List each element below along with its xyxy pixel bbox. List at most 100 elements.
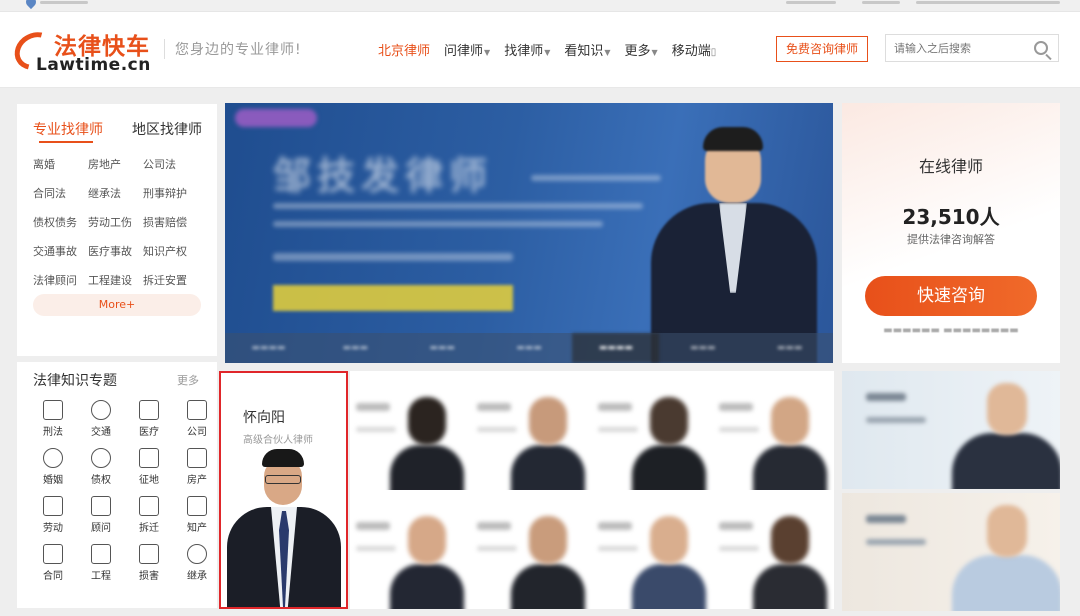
banner-tab[interactable]: ▬▬▬ bbox=[486, 333, 573, 363]
find-lawyer-panel: 专业找律师 地区找律师 离婚 房地产 公司法 合同法 继承法 刑事辩护 债权债务… bbox=[17, 104, 217, 356]
topic-traffic[interactable]: 交通 bbox=[77, 400, 125, 438]
category-link[interactable]: 法律顾问 bbox=[33, 272, 88, 288]
category-link[interactable]: 劳动工伤 bbox=[88, 214, 143, 230]
topic-label: 拆迁 bbox=[139, 523, 159, 534]
topic-property[interactable]: 房产 bbox=[173, 448, 221, 486]
house-icon bbox=[187, 448, 207, 468]
category-link[interactable]: 债权债务 bbox=[33, 214, 88, 230]
book-open-icon bbox=[187, 496, 207, 516]
category-link[interactable]: 损害赔偿 bbox=[143, 214, 198, 230]
banner-tab[interactable]: ▬▬▬▬ bbox=[225, 333, 312, 363]
search-box bbox=[885, 34, 1059, 62]
nav-ask-lawyer[interactable]: 问律师▼ bbox=[444, 40, 490, 59]
nav-beijing-lawyer[interactable]: 北京律师 bbox=[378, 40, 430, 59]
topic-label: 知产 bbox=[187, 523, 207, 534]
topic-marriage[interactable]: 婚姻 bbox=[29, 448, 77, 486]
blurred-body bbox=[952, 555, 1060, 611]
blurred-title bbox=[719, 546, 759, 551]
category-link[interactable]: 公司法 bbox=[143, 156, 198, 172]
category-link[interactable]: 合同法 bbox=[33, 185, 88, 201]
banner-tab[interactable]: ▬▬▬ bbox=[746, 333, 833, 363]
quick-consult-button[interactable]: 快速咨询 bbox=[865, 276, 1037, 316]
location-pin-icon bbox=[23, 0, 39, 10]
topic-advisor[interactable]: 顾问 bbox=[77, 496, 125, 534]
blurred-link[interactable] bbox=[862, 1, 900, 4]
tab-specialty[interactable]: 专业找律师 bbox=[33, 119, 103, 143]
category-link[interactable]: 继承法 bbox=[88, 185, 143, 201]
nav-knowledge[interactable]: 看知识▼ bbox=[564, 40, 610, 59]
topic-engineering[interactable]: 工程 bbox=[77, 544, 125, 582]
topic-labor[interactable]: 劳动 bbox=[29, 496, 77, 534]
nav-find-lawyer[interactable]: 找律师▼ bbox=[504, 40, 550, 59]
topic-criminal[interactable]: 刑法 bbox=[29, 400, 77, 438]
banner-tab[interactable]: ▬▬▬ bbox=[659, 333, 746, 363]
topic-contract[interactable]: 合同 bbox=[29, 544, 77, 582]
blurred-name bbox=[356, 522, 390, 530]
caret-down-icon: ▼ bbox=[484, 48, 491, 57]
category-link[interactable]: 拆迁安置 bbox=[143, 272, 198, 288]
lawyer-card-blurred[interactable] bbox=[592, 490, 713, 609]
banner-tab[interactable]: ▬▬▬ bbox=[312, 333, 399, 363]
blurred-head bbox=[650, 397, 688, 445]
topic-demolition[interactable]: 拆迁 bbox=[125, 496, 173, 534]
blurred-title bbox=[598, 546, 638, 551]
tab-region[interactable]: 地区找律师 bbox=[132, 119, 202, 139]
nav-more[interactable]: 更多▼ bbox=[625, 40, 658, 59]
heart-icon bbox=[43, 448, 63, 468]
side-lawyer-card-blurred[interactable] bbox=[842, 371, 1060, 489]
category-link[interactable]: 知识产权 bbox=[143, 243, 198, 259]
search-icon[interactable] bbox=[1034, 41, 1048, 55]
document-icon bbox=[91, 496, 111, 516]
topic-damage[interactable]: 损害 bbox=[125, 544, 173, 582]
blurred-name bbox=[866, 393, 906, 401]
lawyer-card-blurred[interactable] bbox=[471, 490, 592, 609]
more-categories-button[interactable]: More+ bbox=[33, 294, 201, 316]
lawyer-hair bbox=[703, 127, 763, 151]
lawyer-card-blurred[interactable] bbox=[350, 371, 471, 490]
lawyer-card-blurred[interactable] bbox=[350, 490, 471, 609]
topic-label: 劳动 bbox=[43, 523, 63, 534]
category-link[interactable]: 医疗事故 bbox=[88, 243, 143, 259]
category-link[interactable]: 刑事辩护 bbox=[143, 185, 198, 201]
category-link[interactable]: 交通事故 bbox=[33, 243, 88, 259]
nav-mobile[interactable]: 移动端▯ bbox=[672, 40, 717, 59]
lawyer-card-blurred[interactable] bbox=[471, 371, 592, 490]
category-link[interactable]: 离婚 bbox=[33, 156, 88, 172]
blurred-phone bbox=[866, 417, 926, 423]
top-utility-bar bbox=[0, 0, 1080, 12]
topics-more-link[interactable]: 更多 bbox=[177, 372, 199, 388]
topic-debt[interactable]: 债权 bbox=[77, 448, 125, 486]
search-input[interactable] bbox=[886, 35, 1026, 61]
banner-tab-active[interactable]: ▬▬▬▬ bbox=[572, 333, 660, 363]
topic-ip[interactable]: 知产 bbox=[173, 496, 221, 534]
topic-company[interactable]: 公司 bbox=[173, 400, 221, 438]
blurred-name bbox=[719, 403, 753, 411]
topic-land[interactable]: 征地 bbox=[125, 448, 173, 486]
lawyer-card-blurred[interactable] bbox=[592, 371, 713, 490]
blurred-body bbox=[632, 564, 706, 609]
banner-tab[interactable]: ▬▬▬ bbox=[399, 333, 486, 363]
online-subtitle: 提供法律咨询解答 bbox=[907, 233, 995, 246]
blurred-title bbox=[477, 427, 517, 432]
blurred-link[interactable] bbox=[786, 1, 836, 4]
promo-banner[interactable]: 邹技发律师 ▬▬▬▬ ▬▬▬ ▬▬▬ ▬▬▬ ▬▬▬▬ ▬▬▬ ▬▬▬ bbox=[225, 103, 833, 363]
blurred-title bbox=[719, 427, 759, 432]
topic-label: 合同 bbox=[43, 571, 63, 582]
lawyer-card-blurred[interactable] bbox=[713, 371, 834, 490]
featured-lawyer-card[interactable]: 怀向阳 高级合伙人律师 bbox=[219, 371, 348, 609]
topic-medical[interactable]: 医疗 bbox=[125, 400, 173, 438]
lawyer-card-blurred[interactable] bbox=[713, 490, 834, 609]
banner-title: 邹技发律师 bbox=[273, 154, 494, 198]
site-logo[interactable]: 法律快车 Lawtime.cn bbox=[7, 24, 159, 78]
topic-inheritance[interactable]: 继承 bbox=[173, 544, 221, 582]
blurred-name bbox=[477, 522, 511, 530]
phone-icon: ▯ bbox=[710, 47, 717, 58]
category-link[interactable]: 房地产 bbox=[88, 156, 143, 172]
category-link[interactable]: 工程建设 bbox=[88, 272, 143, 288]
contract-icon bbox=[43, 544, 63, 564]
side-lawyer-card-blurred[interactable] bbox=[842, 493, 1060, 611]
banner-lawyer-photo bbox=[643, 125, 823, 363]
blurred-location-text bbox=[40, 1, 88, 4]
free-consult-button[interactable]: 免费咨询律师 bbox=[776, 36, 868, 62]
nav-label: 更多 bbox=[624, 44, 651, 59]
